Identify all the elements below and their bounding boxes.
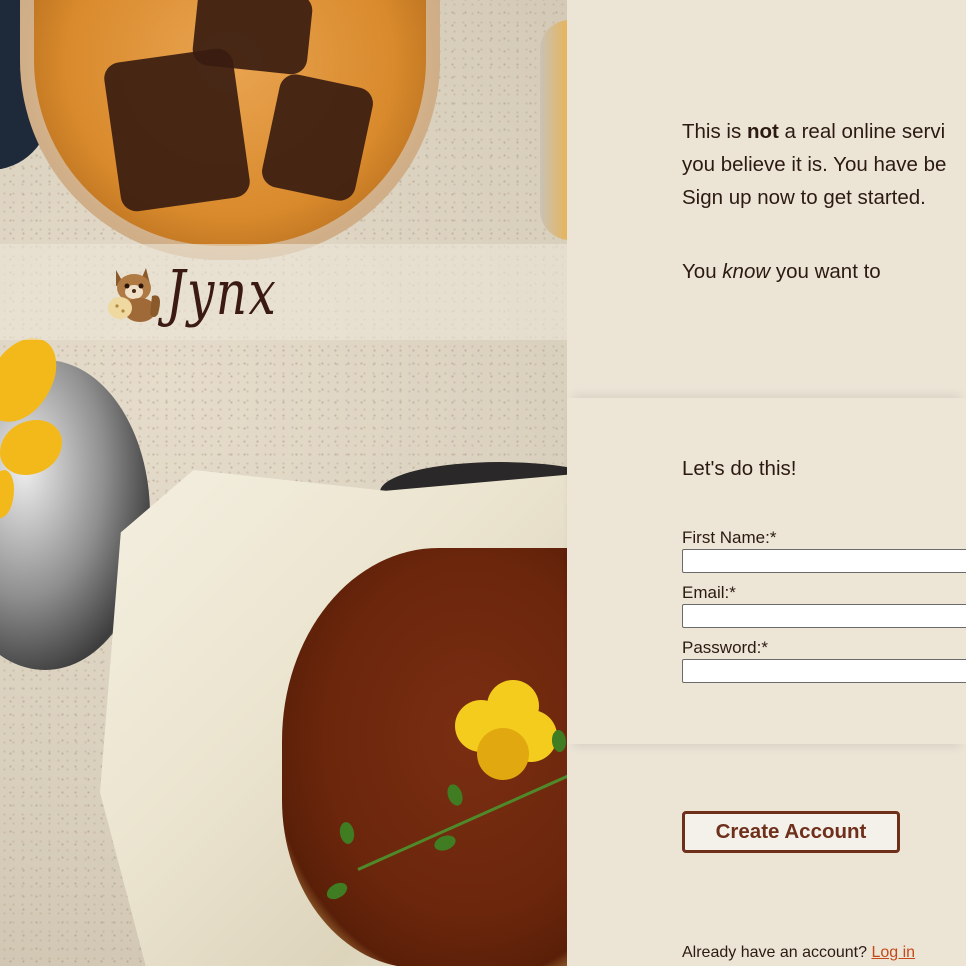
login-prompt-text: Already have an account? <box>682 944 872 961</box>
intro-line-3: Sign up now to get started. <box>682 186 926 209</box>
email-label: Email:* <box>682 583 736 602</box>
email-input[interactable] <box>682 604 966 628</box>
logo-wordmark: Jynx <box>166 256 278 329</box>
intro-text: This is not a real online servi you beli… <box>682 115 966 214</box>
create-account-button[interactable]: Create Account <box>682 811 900 853</box>
intro-know-line: You know you want to <box>682 260 881 284</box>
password-label: Password:* <box>682 638 768 657</box>
ice-cube <box>191 0 314 76</box>
signup-panel: This is not a real online servi you beli… <box>567 0 966 966</box>
login-prompt: Already have an account? Log in <box>682 944 915 962</box>
pansy-flower <box>455 680 560 785</box>
first-name-label: First Name:* <box>682 528 777 547</box>
second-glass <box>540 20 567 240</box>
intro-line-1-pre: This is <box>682 120 747 143</box>
login-link[interactable]: Log in <box>871 944 915 961</box>
know-pre: You <box>682 260 723 283</box>
password-input[interactable] <box>682 659 966 683</box>
ice-cube <box>102 46 252 214</box>
intro-emphasis-not: not <box>746 120 779 143</box>
intro-line-2: you believe it is. You have be <box>682 153 947 176</box>
squirrel-mascot-icon <box>108 268 160 322</box>
first-name-input[interactable] <box>682 549 966 573</box>
intro-line-1-post: a real online servi <box>778 120 946 143</box>
know-emphasis: know <box>722 260 771 283</box>
know-post: you want to <box>770 260 881 283</box>
hero-photo <box>0 0 567 966</box>
form-title: Let's do this! <box>682 457 797 480</box>
ice-cube <box>259 71 376 204</box>
logo-band <box>0 244 567 340</box>
intro-line-1: This is not a real online servi <box>682 115 966 148</box>
